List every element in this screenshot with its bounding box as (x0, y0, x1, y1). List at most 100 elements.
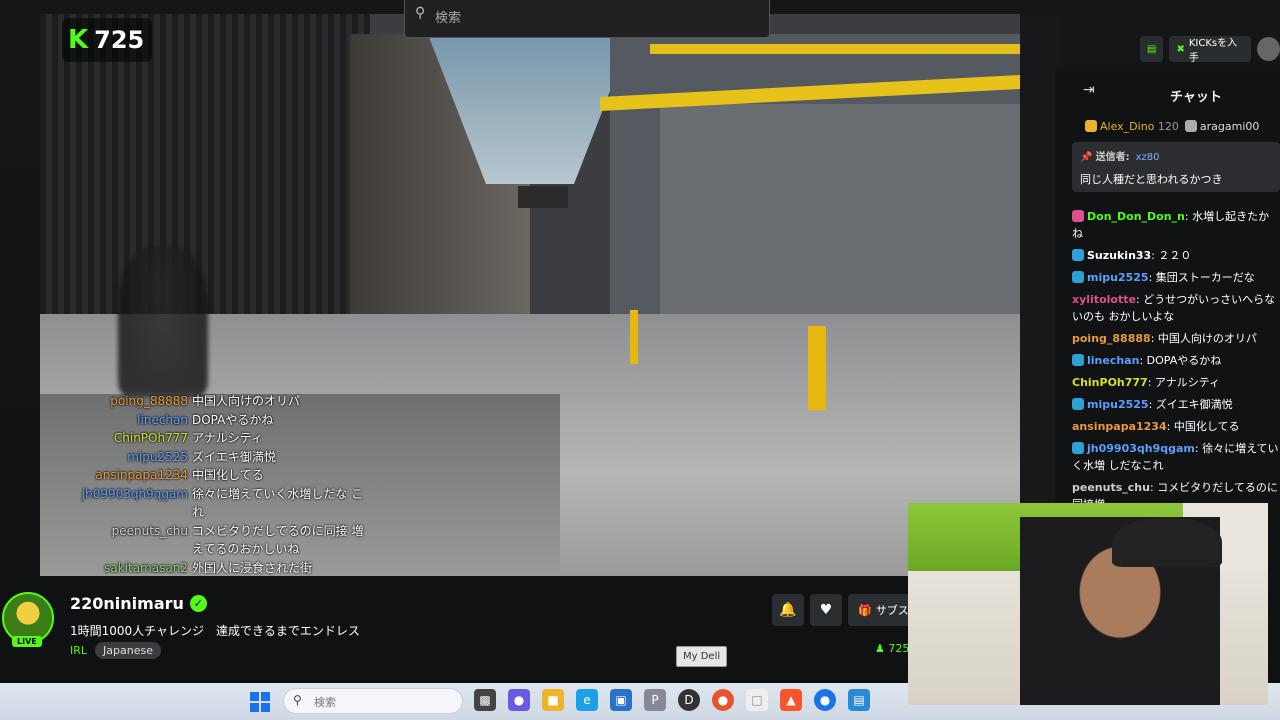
chat-user[interactable]: Don_Don_Don_n (1087, 210, 1185, 223)
chat-user[interactable]: jh09903qh9qgam (1087, 442, 1195, 455)
overlay-chat-user: sakitamasan2 (104, 560, 188, 575)
chat-app-icon[interactable]: ● (508, 689, 530, 711)
chat-messages: Don_Don_Don_n: 水増し起きたかね Suzukin33: ２２０ m… (1072, 208, 1280, 518)
chat-text: 中国人向けのオリパ (1157, 332, 1257, 345)
chat-user[interactable]: mipu2525 (1087, 398, 1149, 411)
gifter-count: 120 (1157, 119, 1179, 133)
brave-icon[interactable]: ▲ (780, 689, 802, 711)
photos-icon[interactable]: P (644, 689, 666, 711)
taskbar-tooltip: My Dell (676, 646, 728, 667)
overlay-chat-row: mipu2525 ズイエキ御満悦 (80, 448, 370, 467)
chat-user[interactable]: poing_88888 (1072, 332, 1151, 345)
viewer-count-badge: K 725 (62, 18, 152, 62)
overlay-chat-row: poing_88888 中国人向けのオリパ (80, 392, 370, 411)
chat-user[interactable]: linechan (1087, 354, 1139, 367)
notification-button[interactable]: 🔔 (772, 594, 804, 626)
firefox-icon[interactable]: ● (712, 689, 734, 711)
pinned-sender: xz80 (1135, 152, 1160, 163)
sub-badge-icon (1072, 249, 1084, 261)
notepad-icon[interactable]: □ (746, 689, 768, 711)
overlay-chat-user: poing_88888 (110, 394, 188, 408)
video-scene-yellow-post (808, 326, 826, 410)
chat-user[interactable]: xylitolotte (1072, 293, 1136, 306)
chat-text: 中国化してる (1173, 420, 1240, 433)
pin-icon: 📌 (1080, 152, 1093, 163)
chat-user[interactable]: Suzukin33 (1087, 249, 1151, 262)
stream-tags: IRL Japanese (70, 642, 161, 659)
language-tag[interactable]: Japanese (95, 642, 161, 659)
chat-message: poing_88888: 中国人向けのオリパ (1072, 332, 1257, 345)
chat-message: mipu2525: 集団ストーカーだな (1072, 269, 1280, 286)
search-placeholder: 検索 (435, 11, 462, 26)
channel-name: 220ninimaru (70, 594, 184, 613)
chat-text: アナルシティ (1154, 376, 1221, 389)
kick-coin-icon: ✖ (1176, 43, 1185, 55)
chat-header: ⇥ チャット (1055, 70, 1280, 110)
chat-user[interactable]: ChinPOh777 (1072, 376, 1148, 389)
chat-title: チャット (1170, 90, 1222, 105)
chat-message: xylitolotte: どうせつがいっさいへらないのも おかしいよな (1072, 293, 1276, 323)
taskbar-search-placeholder: 検索 (314, 696, 336, 709)
overlay-chat-row: sakitamasan2 外国人に浸食された街 (80, 559, 370, 577)
overlay-chat-user: mipu2525 (127, 449, 188, 464)
bell-icon: 🔔 (779, 602, 797, 618)
overlay-chat-row: ansinpapa1234 中国化してる (80, 466, 370, 485)
video-player[interactable]: poing_88888 中国人向けのオリパ linechan DOPAやるかね Ch… (40, 14, 1020, 576)
pinned-message: 📌 送信者: xz80 同じ人種だと思われるかつき (1072, 142, 1280, 192)
top-gifters: Alex_Dino 120 aragami00 (1085, 115, 1280, 137)
heart-icon: ♥ (819, 602, 833, 618)
gifter-name: Alex_Dino (1100, 119, 1155, 133)
overlay-chat-msg: コメビタりだしてるのに同接 増えてるのおかしいね (192, 523, 364, 557)
dell-icon[interactable]: D (678, 689, 700, 711)
taskbar-search[interactable]: ⚲ 検索 (283, 688, 463, 714)
chat-user[interactable]: peenuts_chu (1072, 481, 1150, 494)
viewer-count: 725 (94, 26, 145, 54)
overlay-chat-row: peenuts_chu コメビタりだしてるのに同接 増えてるのおかしいね (80, 522, 370, 559)
chat-message: Suzukin33: ２２０ (1072, 247, 1280, 264)
overlay-chat-row: jh09903qh9qgam 徐々に増えていく水増しだな これ (80, 485, 370, 522)
pinned-label: 送信者: (1095, 152, 1130, 163)
screen: poing_88888 中国人向けのオリパ linechan DOPAやるかね Ch… (0, 0, 1280, 720)
overlay-chat-user: linechan (137, 412, 188, 427)
overlay-chat-msg: 中国人向けのオリパ (192, 394, 301, 408)
webcam-cap (1112, 517, 1222, 567)
stream-title: 1時間1000人チャレンジ 達成できるまでエンドレス (70, 624, 360, 638)
edge-icon[interactable]: e (576, 689, 598, 711)
overlay-chat-user: ChinPOh777 (113, 431, 188, 445)
pinned-header: 📌 送信者: xz80 (1080, 148, 1272, 163)
overlay-chat-user: ansinpapa1234 (95, 468, 188, 482)
overlay-chat-row: linechan DOPAやるかね (80, 411, 370, 430)
sub-badge-icon (1072, 442, 1084, 454)
taskbar-apps: ▩ ● ■ e ▣ P D ● □ ▲ ● ▤ (474, 689, 870, 711)
follow-button[interactable]: ♥ (810, 594, 842, 626)
app-icon[interactable]: ▤ (848, 689, 870, 711)
user-avatar[interactable] (1257, 37, 1280, 61)
video-side-gap (1020, 14, 1060, 576)
collapse-chat-icon[interactable]: ⇥ (1083, 82, 1095, 98)
chat-user[interactable]: ansinpapa1234 (1072, 420, 1167, 433)
store-icon[interactable]: ▣ (610, 689, 632, 711)
chat-text: ズイエキ御満悦 (1155, 398, 1233, 411)
overlay-chat-msg: ズイエキ御満悦 (192, 449, 276, 464)
stream-category[interactable]: IRL (70, 644, 87, 657)
chrome-icon[interactable]: ● (814, 689, 836, 711)
chat-user[interactable]: mipu2525 (1087, 271, 1149, 284)
gifter-badge-icon (1184, 119, 1197, 132)
gifter[interactable]: aragami00 (1184, 119, 1259, 133)
task-view-icon[interactable]: ▩ (474, 689, 496, 711)
chat-message: mipu2525: ズイエキ御満悦 (1072, 396, 1280, 413)
video-scene-person (118, 246, 208, 396)
video-scene-post (630, 310, 638, 364)
channel-name-row[interactable]: 220ninimaru ✓ (70, 594, 207, 613)
get-kicks-button[interactable]: ✖ KICKsを入手 (1169, 36, 1252, 64)
chat-message: ChinPOh777: アナルシティ (1072, 376, 1221, 389)
live-badge: LIVE (12, 636, 42, 647)
chat-message: Don_Don_Don_n: 水増し起きたかね (1072, 210, 1270, 240)
start-icon[interactable] (250, 692, 270, 712)
gifter-badge-icon (1085, 119, 1097, 132)
channel-viewer-count: ♟ 725 (875, 642, 910, 655)
panel-toggle-button[interactable]: ▤ (1140, 36, 1164, 62)
file-explorer-icon[interactable]: ■ (542, 689, 564, 711)
gifter[interactable]: Alex_Dino 120 (1085, 119, 1179, 133)
search-input[interactable]: ⚲ 検索 (404, 0, 770, 38)
